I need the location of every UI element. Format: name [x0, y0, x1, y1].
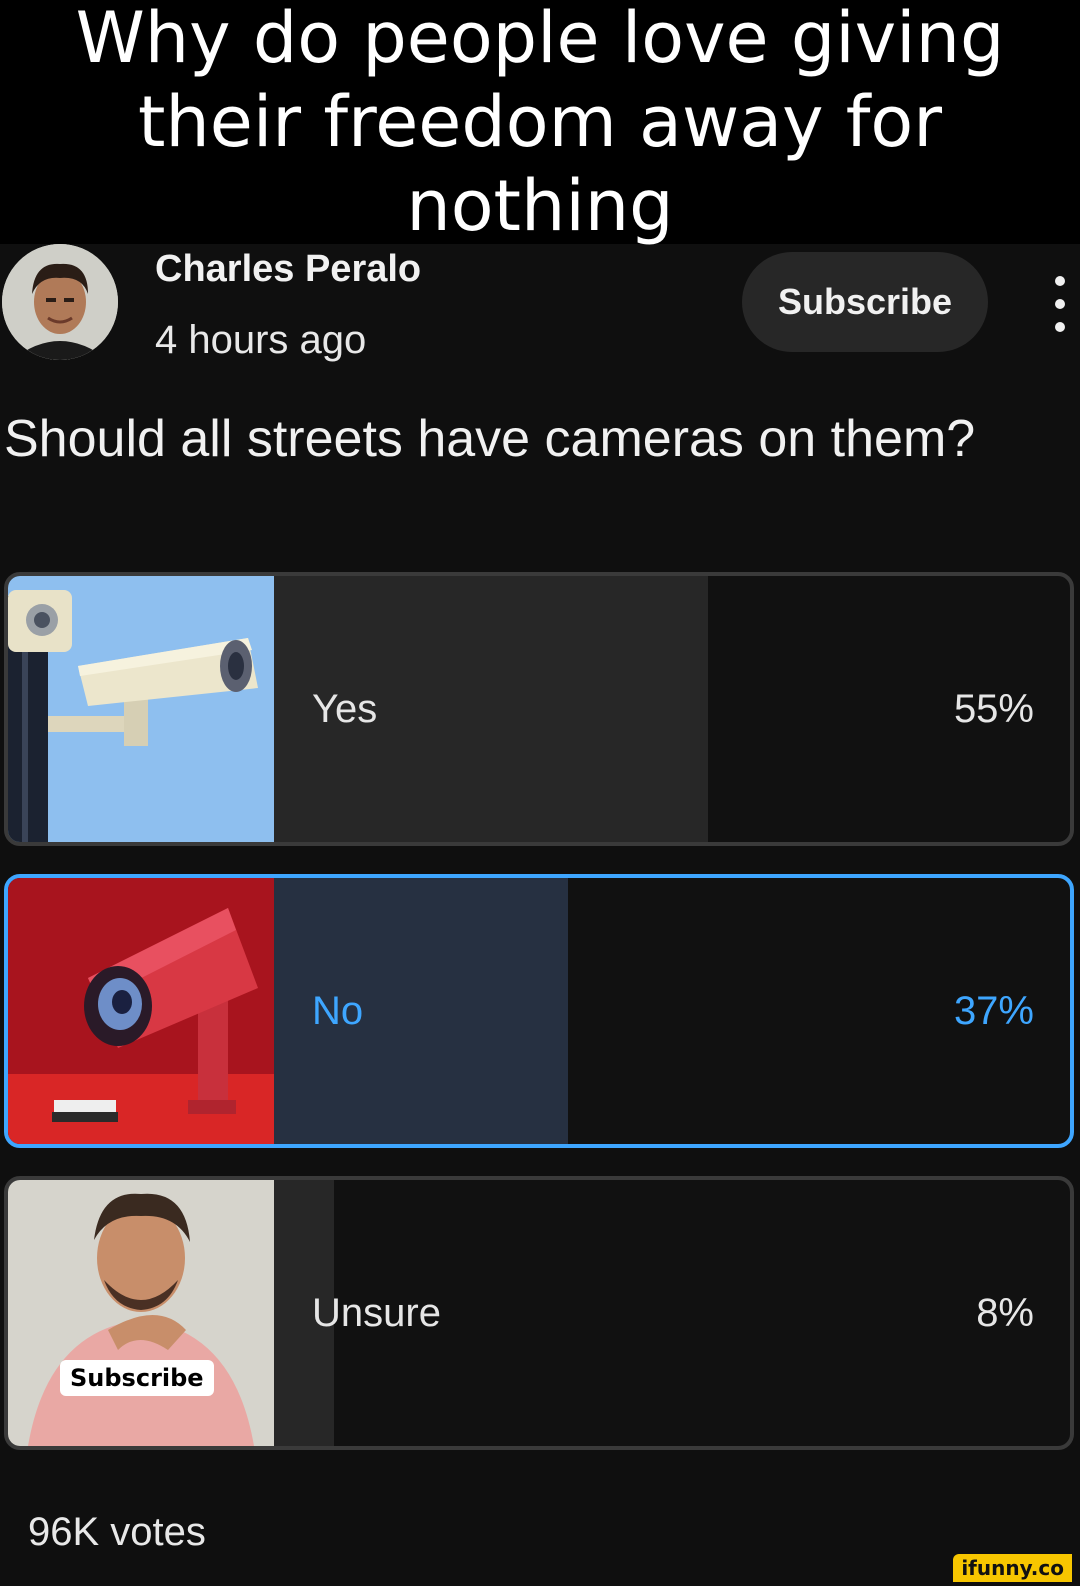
- security-camera-sky-image: [8, 576, 274, 842]
- poll-question: Should all streets have cameras on them?: [4, 410, 976, 468]
- channel-avatar[interactable]: [2, 244, 118, 360]
- channel-name[interactable]: Charles Peralo: [155, 248, 421, 291]
- red-security-camera-image: [8, 878, 274, 1144]
- ifunny-watermark: ifunny.co: [953, 1554, 1072, 1582]
- poll-option-percent: 55%: [953, 686, 1034, 731]
- poll-option-label: Yes: [312, 686, 378, 731]
- subscribe-badge: Subscribe: [60, 1360, 214, 1396]
- poll-option-percent: 8%: [976, 1290, 1034, 1335]
- avatar-photo: [2, 244, 118, 360]
- poll-option-label: No: [312, 988, 364, 1033]
- poll-option-yes[interactable]: Yes 55%: [4, 572, 1074, 846]
- vote-count: 96K votes: [28, 1510, 206, 1554]
- subscribe-button[interactable]: Subscribe: [742, 252, 988, 352]
- poll-option-no[interactable]: No 37%: [4, 874, 1074, 1148]
- poll-option-unsure[interactable]: Subscribe Unsure 8%: [4, 1176, 1074, 1450]
- meme-caption: Why do people love giving their freedom …: [0, 0, 1080, 247]
- man-thinking-photo-image: Subscribe: [8, 1180, 274, 1446]
- post-timestamp: 4 hours ago: [155, 318, 367, 362]
- poll-option-label: Unsure: [312, 1290, 441, 1335]
- poll-option-percent: 37%: [953, 988, 1034, 1033]
- more-options-icon[interactable]: [1052, 276, 1068, 332]
